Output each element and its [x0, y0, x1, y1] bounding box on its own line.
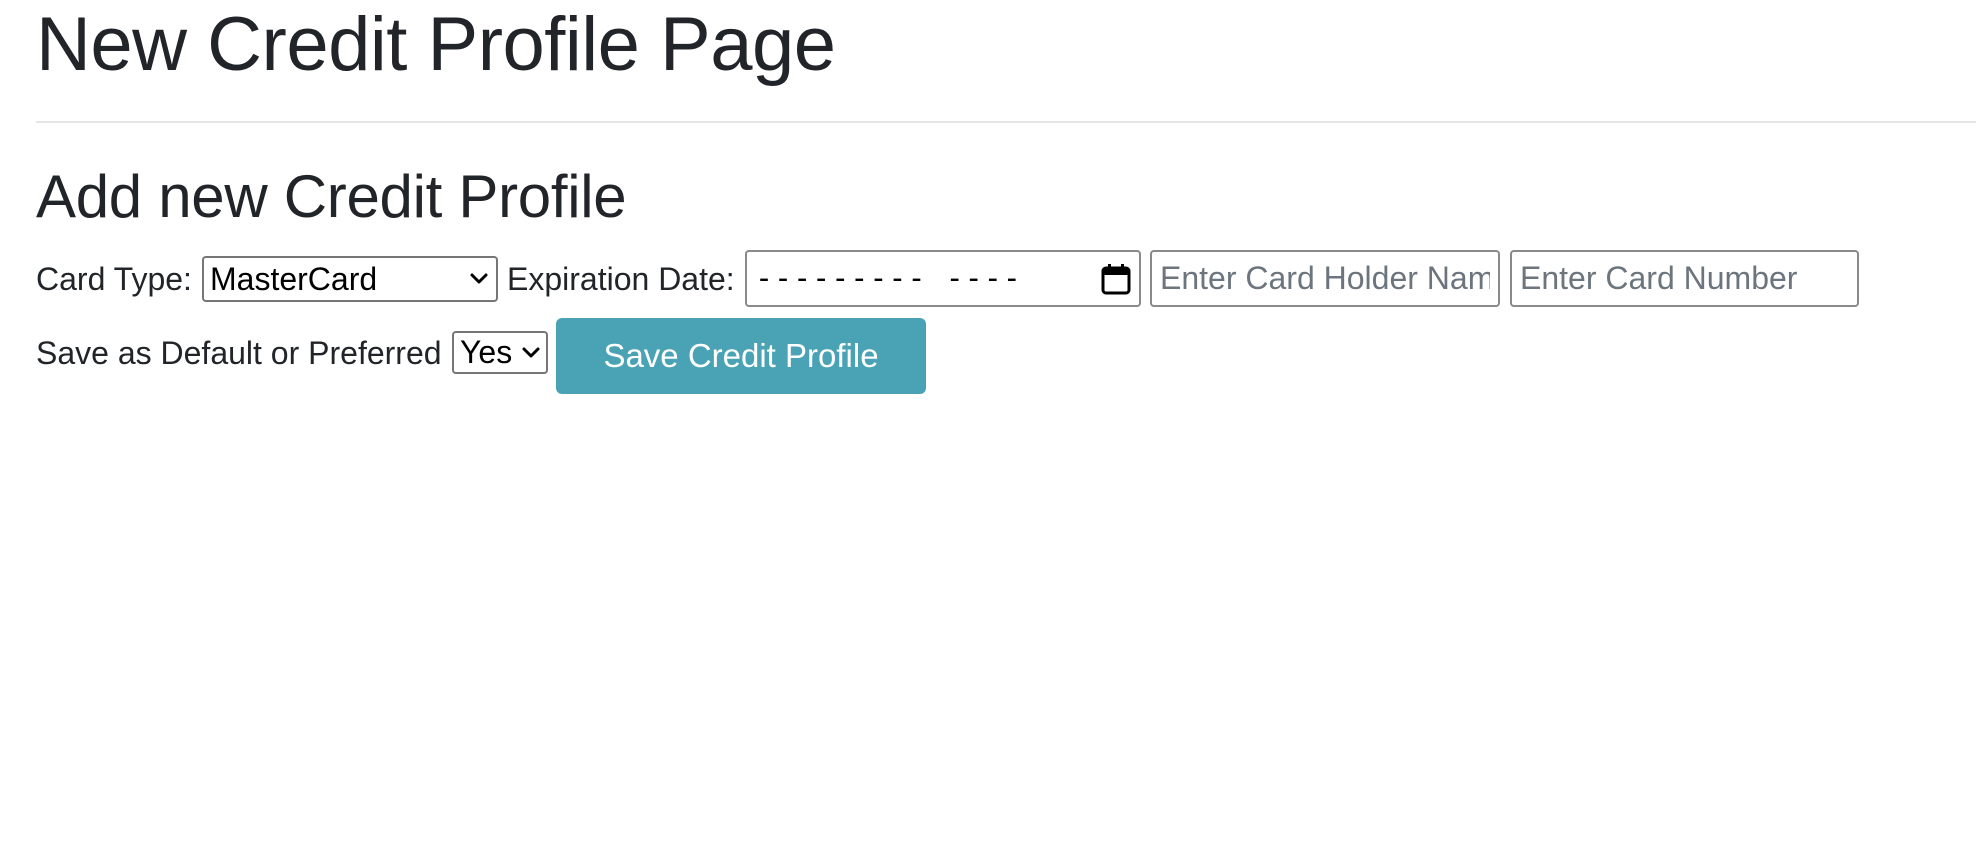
expiration-date-mask: --------- ----: [755, 261, 1022, 296]
page-root: New Credit Profile Page Add new Credit P…: [0, 0, 1976, 858]
expiration-date-input[interactable]: --------- ----: [745, 250, 1141, 307]
card-type-select[interactable]: MasterCard: [202, 256, 498, 302]
default-preferred-select[interactable]: Yes: [452, 331, 548, 374]
card-type-selected-value: MasterCard: [210, 260, 378, 297]
expiration-date-label: Expiration Date:: [507, 261, 735, 297]
chevron-down-icon: [470, 273, 488, 284]
divider: [36, 121, 1976, 123]
chevron-down-icon: [522, 347, 540, 357]
page-title: New Credit Profile Page: [36, 2, 836, 87]
save-credit-profile-button[interactable]: Save Credit Profile: [556, 318, 926, 394]
card-number-input[interactable]: [1510, 250, 1859, 307]
default-preferred-label: Save as Default or Preferred: [36, 335, 442, 371]
card-holder-name-input[interactable]: [1150, 250, 1500, 307]
card-type-label: Card Type:: [36, 261, 192, 297]
default-preferred-selected-value: Yes: [460, 334, 513, 370]
form-heading: Add new Credit Profile: [36, 163, 627, 230]
calendar-icon[interactable]: [1101, 263, 1131, 295]
